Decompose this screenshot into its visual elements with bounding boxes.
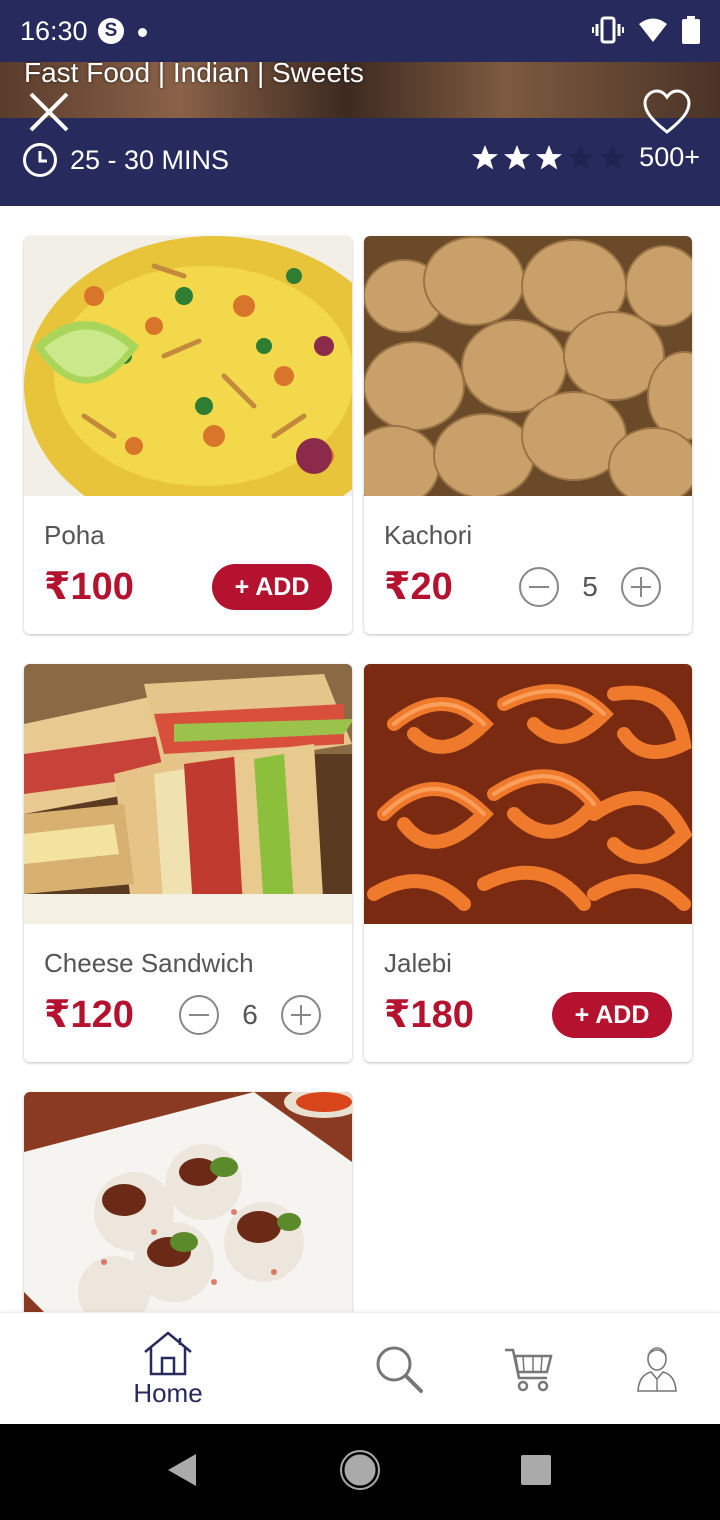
back-icon[interactable]	[166, 1452, 198, 1488]
star-filled-icon	[536, 144, 563, 169]
quantity-stepper: 6	[178, 994, 322, 1036]
profile-icon	[637, 1347, 677, 1392]
favorite-button[interactable]	[642, 88, 692, 136]
food-image	[24, 236, 352, 496]
star-filled-icon	[504, 144, 531, 169]
quantity-value: 5	[582, 571, 598, 602]
vibrate-icon	[592, 16, 624, 44]
nav-home[interactable]: Home	[118, 1313, 218, 1425]
item-name: Poha	[44, 520, 105, 550]
bottom-navigation: Home	[0, 1312, 720, 1424]
status-icons	[592, 15, 700, 45]
item-price: ₹180	[384, 994, 474, 1036]
delivery-time-text: 25 - 30 MINS	[70, 144, 230, 175]
notification-dot-icon	[138, 28, 147, 37]
menu-item-card[interactable]: Poha ₹100 + ADD	[24, 236, 352, 634]
review-count: 500+	[639, 142, 700, 172]
search-icon	[376, 1346, 423, 1393]
increment-button[interactable]	[280, 994, 322, 1036]
add-button[interactable]: + ADD	[552, 992, 672, 1038]
food-image	[24, 664, 352, 924]
home-circle-icon[interactable]	[340, 1450, 380, 1490]
star-filled-icon	[472, 144, 499, 169]
nav-search[interactable]	[366, 1313, 432, 1425]
food-image	[364, 664, 692, 924]
star-empty-icon	[568, 144, 595, 169]
food-image	[364, 236, 692, 496]
increment-button[interactable]	[620, 566, 662, 608]
home-icon	[144, 1330, 192, 1375]
clock-icon	[23, 143, 57, 177]
item-name: Cheese Sandwich	[44, 948, 254, 978]
nav-profile[interactable]	[624, 1313, 690, 1425]
skype-icon: S	[98, 18, 124, 44]
recents-icon[interactable]	[520, 1454, 552, 1486]
close-button[interactable]	[27, 90, 71, 134]
menu-item-card[interactable]: Kachori ₹20 5	[364, 236, 692, 634]
close-icon	[29, 92, 69, 132]
system-navigation-bar	[0, 1424, 720, 1520]
decrement-button[interactable]	[518, 566, 560, 608]
item-name: Jalebi	[384, 948, 452, 978]
item-name: Kachori	[384, 520, 473, 550]
quantity-stepper: 5	[518, 566, 662, 608]
cuisine-list: Fast Food | Indian | Sweets	[24, 57, 364, 88]
star-empty-icon	[600, 144, 627, 169]
rating-stars	[471, 144, 627, 172]
menu-item-card[interactable]: Cheese Sandwich ₹120 6	[24, 664, 352, 1062]
heart-icon	[643, 89, 691, 134]
item-price: ₹20	[384, 566, 453, 608]
battery-icon	[682, 16, 700, 44]
status-time: 16:30	[20, 16, 88, 46]
quantity-value: 6	[242, 999, 258, 1030]
item-price: ₹120	[44, 994, 134, 1036]
decrement-button[interactable]	[178, 994, 220, 1036]
cart-icon	[505, 1348, 553, 1392]
wifi-icon	[639, 18, 667, 42]
add-button[interactable]: + ADD	[212, 564, 332, 610]
delivery-time: 25 - 30 MINS	[22, 142, 229, 178]
nav-cart[interactable]	[496, 1313, 562, 1425]
menu-item-card[interactable]: Jalebi ₹180 + ADD	[364, 664, 692, 1062]
item-price: ₹100	[44, 566, 134, 608]
status-bar: 16:30 S	[0, 0, 720, 62]
rating: 500+	[471, 142, 700, 173]
nav-home-label: Home	[133, 1377, 203, 1408]
